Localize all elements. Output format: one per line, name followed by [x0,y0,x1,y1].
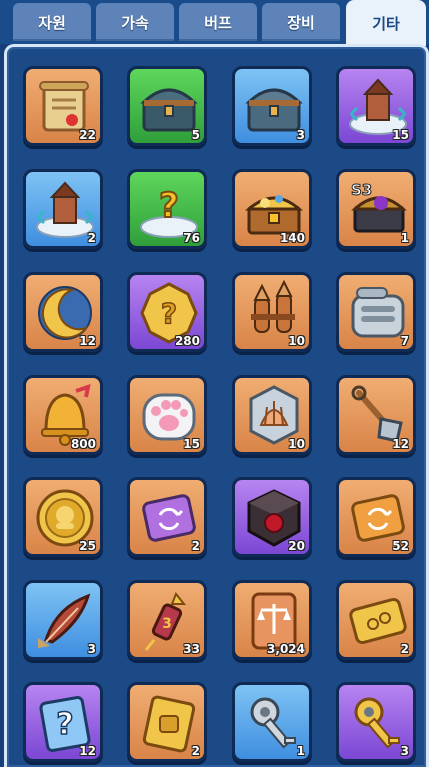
item-count: 15 [183,437,200,451]
item-count: 1 [296,744,305,758]
item-count: 3 [296,128,305,142]
item-slot-gold-ticket[interactable]: 2 [336,580,416,660]
item-slot-blue-chest[interactable]: 3 [232,66,312,146]
svg-text:?: ? [159,186,179,226]
item-count: 140 [279,231,305,245]
item-count: 22 [79,128,96,142]
item-count: 76 [183,231,200,245]
item-count: 2 [400,642,409,656]
svg-text:3: 3 [162,616,172,632]
svg-text:?: ? [161,297,177,330]
item-slot-moon-badge[interactable]: 12 [23,272,103,352]
svg-text:S3: S3 [351,181,372,199]
item-slot-scale-ticket[interactable]: 3,024 [232,580,312,660]
item-count: 5 [191,128,200,142]
tab-speedup[interactable]: 가속 [96,3,174,41]
item-slot-bell[interactable]: 800 [23,375,103,455]
item-count: 7 [400,334,409,348]
tab-label: 장비 [287,13,315,32]
item-count: 12 [392,437,409,451]
item-slot-firework[interactable]: 3 33 [127,580,207,660]
svg-text:?: ? [56,707,73,742]
item-count: 52 [392,539,409,553]
item-slot-star-medal[interactable]: ? 280 [127,272,207,352]
item-count: 25 [79,539,96,553]
item-slot-gold-card[interactable]: 2 [127,682,207,762]
tab-other[interactable]: 기타 [346,0,426,46]
tab-label: 버프 [204,13,232,32]
item-count: 2 [87,231,96,245]
tab-buff[interactable]: 버프 [179,3,257,41]
item-count: 800 [70,437,96,451]
item-slot-shell-token[interactable]: 10 [232,375,312,455]
item-count: 12 [79,334,96,348]
item-slot-gold-key[interactable]: 3 [336,682,416,762]
item-slot-s3-chest[interactable]: S3 1 [336,169,416,249]
item-slot-pass-ticket[interactable]: 52 [336,477,416,557]
item-slot-silver-key[interactable]: 1 [232,682,312,762]
item-slot-building-relocate-blue[interactable]: 2 [23,169,103,249]
item-count: 10 [288,334,305,348]
tab-resources[interactable]: 자원 [13,3,91,41]
item-slot-sardine-can[interactable]: 7 [336,272,416,352]
item-count: 3,024 [267,642,305,656]
item-slot-green-chest[interactable]: 5 [127,66,207,146]
item-slot-feather-pen[interactable]: 3 [23,580,103,660]
item-slot-scroll[interactable]: 22 [23,66,103,146]
item-slot-dark-cube[interactable]: 20 [232,477,312,557]
item-slot-random-relocate[interactable]: ? 76 [127,169,207,249]
item-slot-paw-token[interactable]: 15 [127,375,207,455]
item-count: 2 [191,539,200,553]
item-slot-rocket-bundle[interactable]: 10 [232,272,312,352]
tab-label: 가속 [121,13,149,32]
item-slot-gold-coin[interactable]: 25 [23,477,103,557]
tab-label: 기타 [372,14,400,33]
item-count: 10 [288,437,305,451]
category-tabs: 자원 가속 버프 장비 기타 [0,0,429,46]
item-slot-refresh-ticket[interactable]: 2 [127,477,207,557]
tab-label: 자원 [38,13,66,32]
item-count: 33 [183,642,200,656]
item-slot-mystery-card[interactable]: ? 12 [23,682,103,762]
item-slot-treasure-chest[interactable]: 140 [232,169,312,249]
item-count: 20 [288,539,305,553]
item-slot-shovel[interactable]: 12 [336,375,416,455]
item-count: 3 [400,744,409,758]
item-slot-building-relocate-purple[interactable]: 15 [336,66,416,146]
item-count: 3 [87,642,96,656]
item-count: 12 [79,744,96,758]
item-count: 280 [174,334,200,348]
item-count: 15 [392,128,409,142]
item-count: 1 [400,231,409,245]
tab-equipment[interactable]: 장비 [262,3,340,41]
item-count: 2 [191,744,200,758]
